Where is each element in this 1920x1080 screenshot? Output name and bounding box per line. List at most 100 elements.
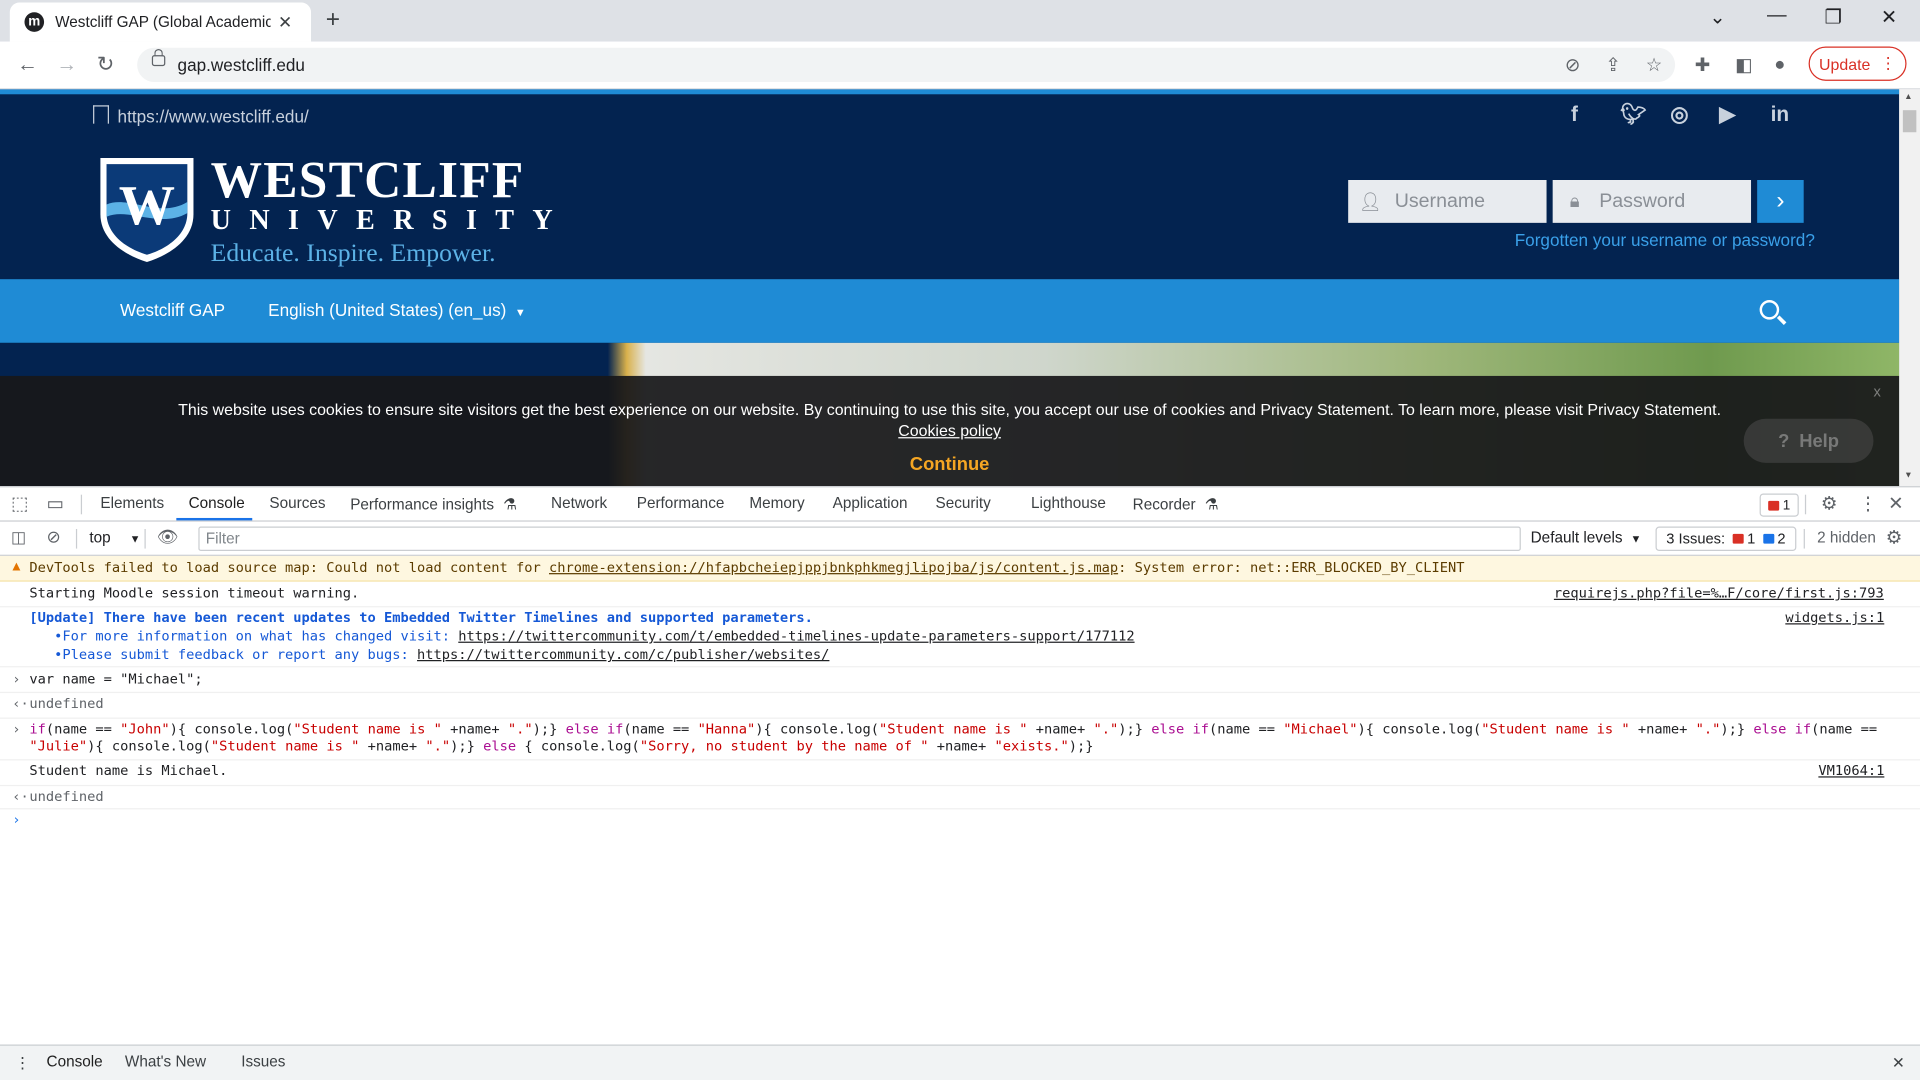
log-levels-dropdown[interactable]: Default levels ▼ bbox=[1531, 529, 1642, 546]
nav-home-link[interactable]: Westcliff GAP bbox=[120, 300, 225, 320]
sidebar-toggle-icon[interactable]: ◫ bbox=[11, 528, 26, 548]
login-submit-button[interactable]: › bbox=[1757, 180, 1804, 223]
settings-gear-icon[interactable]: ⚙ bbox=[1821, 492, 1837, 514]
linkedin-icon[interactable]: in bbox=[1771, 103, 1790, 127]
drawer-tab-issues[interactable]: Issues bbox=[241, 1053, 285, 1070]
brand-name: WESTCLIFF bbox=[210, 153, 525, 210]
tab-close-icon[interactable]: ✕ bbox=[278, 12, 292, 33]
result-arrow-icon: ‹· bbox=[12, 788, 29, 805]
new-tab-plus-icon[interactable]: + bbox=[326, 6, 340, 34]
youtube-icon[interactable]: ▶ bbox=[1719, 103, 1735, 127]
eye-off-icon[interactable]: ⊘ bbox=[1565, 54, 1580, 76]
log-source-link[interactable]: requirejs.php?file=%…F/core/first.js:793 bbox=[1554, 585, 1884, 601]
tab-memory[interactable]: Memory bbox=[749, 495, 804, 512]
console-prompt-chevron-icon[interactable]: › bbox=[12, 812, 20, 828]
drawer-tab-whats-new[interactable]: What's New bbox=[125, 1053, 206, 1070]
tab-application[interactable]: Application bbox=[833, 495, 908, 512]
tab-security[interactable]: Security bbox=[936, 495, 991, 512]
tab-performance[interactable]: Performance bbox=[637, 495, 725, 512]
address-url[interactable]: gap.westcliff.edu bbox=[178, 55, 305, 75]
page-scrollbar[interactable] bbox=[1899, 89, 1920, 487]
help-question-icon: ? bbox=[1778, 430, 1790, 452]
context-selector[interactable]: top ▼ bbox=[89, 529, 140, 546]
error-icon bbox=[1768, 500, 1780, 511]
console-input-if-chain[interactable]: if(name == "John"){ console.log("Student… bbox=[29, 721, 1877, 737]
active-tab-indicator bbox=[176, 517, 253, 521]
tab-title: Westcliff GAP (Global Academic P bbox=[55, 13, 271, 31]
back-arrow-icon[interactable]: ← bbox=[17, 53, 38, 77]
result-value: undefined bbox=[29, 695, 104, 712]
log-source-link[interactable]: widgets.js:1 bbox=[1785, 610, 1884, 626]
tab-performance-insights-label: Performance insights bbox=[350, 495, 494, 514]
share-icon[interactable]: ⇪ bbox=[1605, 54, 1620, 76]
continue-button[interactable]: Continue bbox=[0, 454, 1899, 475]
tab-sources[interactable]: Sources bbox=[269, 495, 325, 512]
browser-tab[interactable]: m Westcliff GAP (Global Academic P ✕ bbox=[9, 2, 312, 42]
extensions-puzzle-icon[interactable]: ✚ bbox=[1695, 54, 1710, 76]
lock-icon[interactable] bbox=[151, 48, 166, 67]
error-count-badge[interactable]: 1 bbox=[1759, 493, 1799, 517]
console-settings-gear-icon[interactable]: ⚙ bbox=[1886, 527, 1902, 549]
console-input-if-chain-cont[interactable]: "Julie"){ console.log("Student name is "… bbox=[29, 738, 1093, 754]
drawer-tab-console[interactable]: Console bbox=[47, 1053, 103, 1070]
forgot-password-link[interactable]: Forgotten your username or password? bbox=[1515, 230, 1815, 250]
instagram-icon[interactable]: ◎ bbox=[1670, 103, 1688, 127]
issues-button[interactable]: 3 Issues: 1 2 bbox=[1655, 526, 1797, 552]
inspect-element-icon[interactable]: ⬚ bbox=[11, 492, 28, 514]
devtools-close-icon[interactable]: ✕ bbox=[1888, 492, 1903, 514]
divider bbox=[144, 528, 146, 549]
device-toolbar-icon[interactable]: ▭ bbox=[47, 492, 64, 514]
console-input[interactable]: var name = "Michael"; bbox=[29, 671, 202, 687]
minimize-icon[interactable]: — bbox=[1767, 5, 1787, 27]
forward-arrow-icon[interactable]: → bbox=[56, 53, 77, 77]
log-message: Starting Moodle session timeout warning. bbox=[29, 585, 360, 602]
clear-console-icon[interactable]: ⊘ bbox=[47, 527, 61, 548]
tab-console[interactable]: Console bbox=[189, 495, 245, 512]
tab-performance-insights[interactable]: Performance insights ⚗ bbox=[350, 495, 517, 513]
update-button[interactable]: Update ⋮ bbox=[1808, 46, 1907, 81]
search-icon[interactable] bbox=[1759, 300, 1780, 320]
twitter-changes-link[interactable]: https://twittercommunity.com/t/embedded-… bbox=[458, 628, 1134, 644]
language-label: English (United States) (en_us) bbox=[268, 300, 507, 320]
language-dropdown[interactable]: English (United States) (en_us) ▼ bbox=[268, 300, 526, 320]
password-input[interactable] bbox=[1596, 189, 1737, 214]
tab-recorder[interactable]: Recorder ⚗ bbox=[1133, 495, 1219, 513]
window-close-icon[interactable]: ✕ bbox=[1881, 5, 1897, 29]
address-bar[interactable] bbox=[137, 47, 1676, 83]
maximize-icon[interactable]: ❐ bbox=[1825, 5, 1843, 29]
facebook-icon[interactable]: f bbox=[1571, 103, 1578, 127]
issues-label: 3 Issues: bbox=[1666, 530, 1726, 548]
devtools-menu-icon[interactable]: ⋮ bbox=[1859, 492, 1877, 514]
tab-network[interactable]: Network bbox=[551, 495, 607, 512]
info-line-text: •For more information on what has change… bbox=[29, 628, 459, 645]
scrollbar-thumb[interactable] bbox=[1902, 110, 1917, 133]
drawer-close-icon[interactable]: ✕ bbox=[1892, 1053, 1905, 1071]
divider bbox=[1804, 494, 1807, 515]
tab-elements[interactable]: Elements bbox=[100, 495, 164, 512]
twitter-icon[interactable]: 🐦︎ bbox=[1620, 103, 1646, 127]
bookmark-star-icon[interactable]: ☆ bbox=[1646, 54, 1662, 76]
reload-icon[interactable]: ↻ bbox=[97, 53, 114, 77]
scroll-up-icon[interactable]: ▲ bbox=[1904, 93, 1912, 102]
site-top-link[interactable]: https://www.westcliff.edu/ bbox=[118, 107, 309, 127]
warning-message: DevTools failed to load source map: Coul… bbox=[29, 560, 1464, 576]
profile-avatar-icon[interactable]: ● bbox=[1774, 54, 1785, 75]
university-crest-logo[interactable]: W bbox=[98, 156, 196, 264]
warning-source-map-link[interactable]: chrome-extension://hfapbcheiepjppjbnkphk… bbox=[549, 560, 1118, 576]
help-button[interactable]: ? Help bbox=[1743, 418, 1874, 463]
vm-source-link[interactable]: VM1064:1 bbox=[1818, 763, 1884, 779]
twitter-feedback-link[interactable]: https://twittercommunity.com/c/publisher… bbox=[417, 647, 829, 663]
result-arrow-icon: ‹· bbox=[12, 695, 29, 712]
cookie-close-icon[interactable]: x bbox=[1873, 383, 1880, 400]
warning-error-text: : System error: net::ERR_BLOCKED_BY_CLIE… bbox=[1118, 559, 1465, 576]
tab-lighthouse[interactable]: Lighthouse bbox=[1031, 495, 1106, 512]
drawer-menu-icon[interactable]: ⋮ bbox=[15, 1053, 30, 1071]
username-input[interactable] bbox=[1392, 189, 1532, 214]
caret-down-icon: ▼ bbox=[514, 306, 526, 319]
side-panel-icon[interactable]: ◧ bbox=[1735, 54, 1752, 76]
cookies-policy-link[interactable]: Cookies policy bbox=[0, 421, 1899, 439]
tab-search-chevron-icon[interactable]: ⌄ bbox=[1709, 5, 1725, 29]
scroll-down-icon[interactable]: ▼ bbox=[1904, 471, 1912, 480]
filter-input-box[interactable] bbox=[198, 526, 1521, 552]
live-expression-eye-icon[interactable]: 👁︎ bbox=[157, 527, 179, 548]
